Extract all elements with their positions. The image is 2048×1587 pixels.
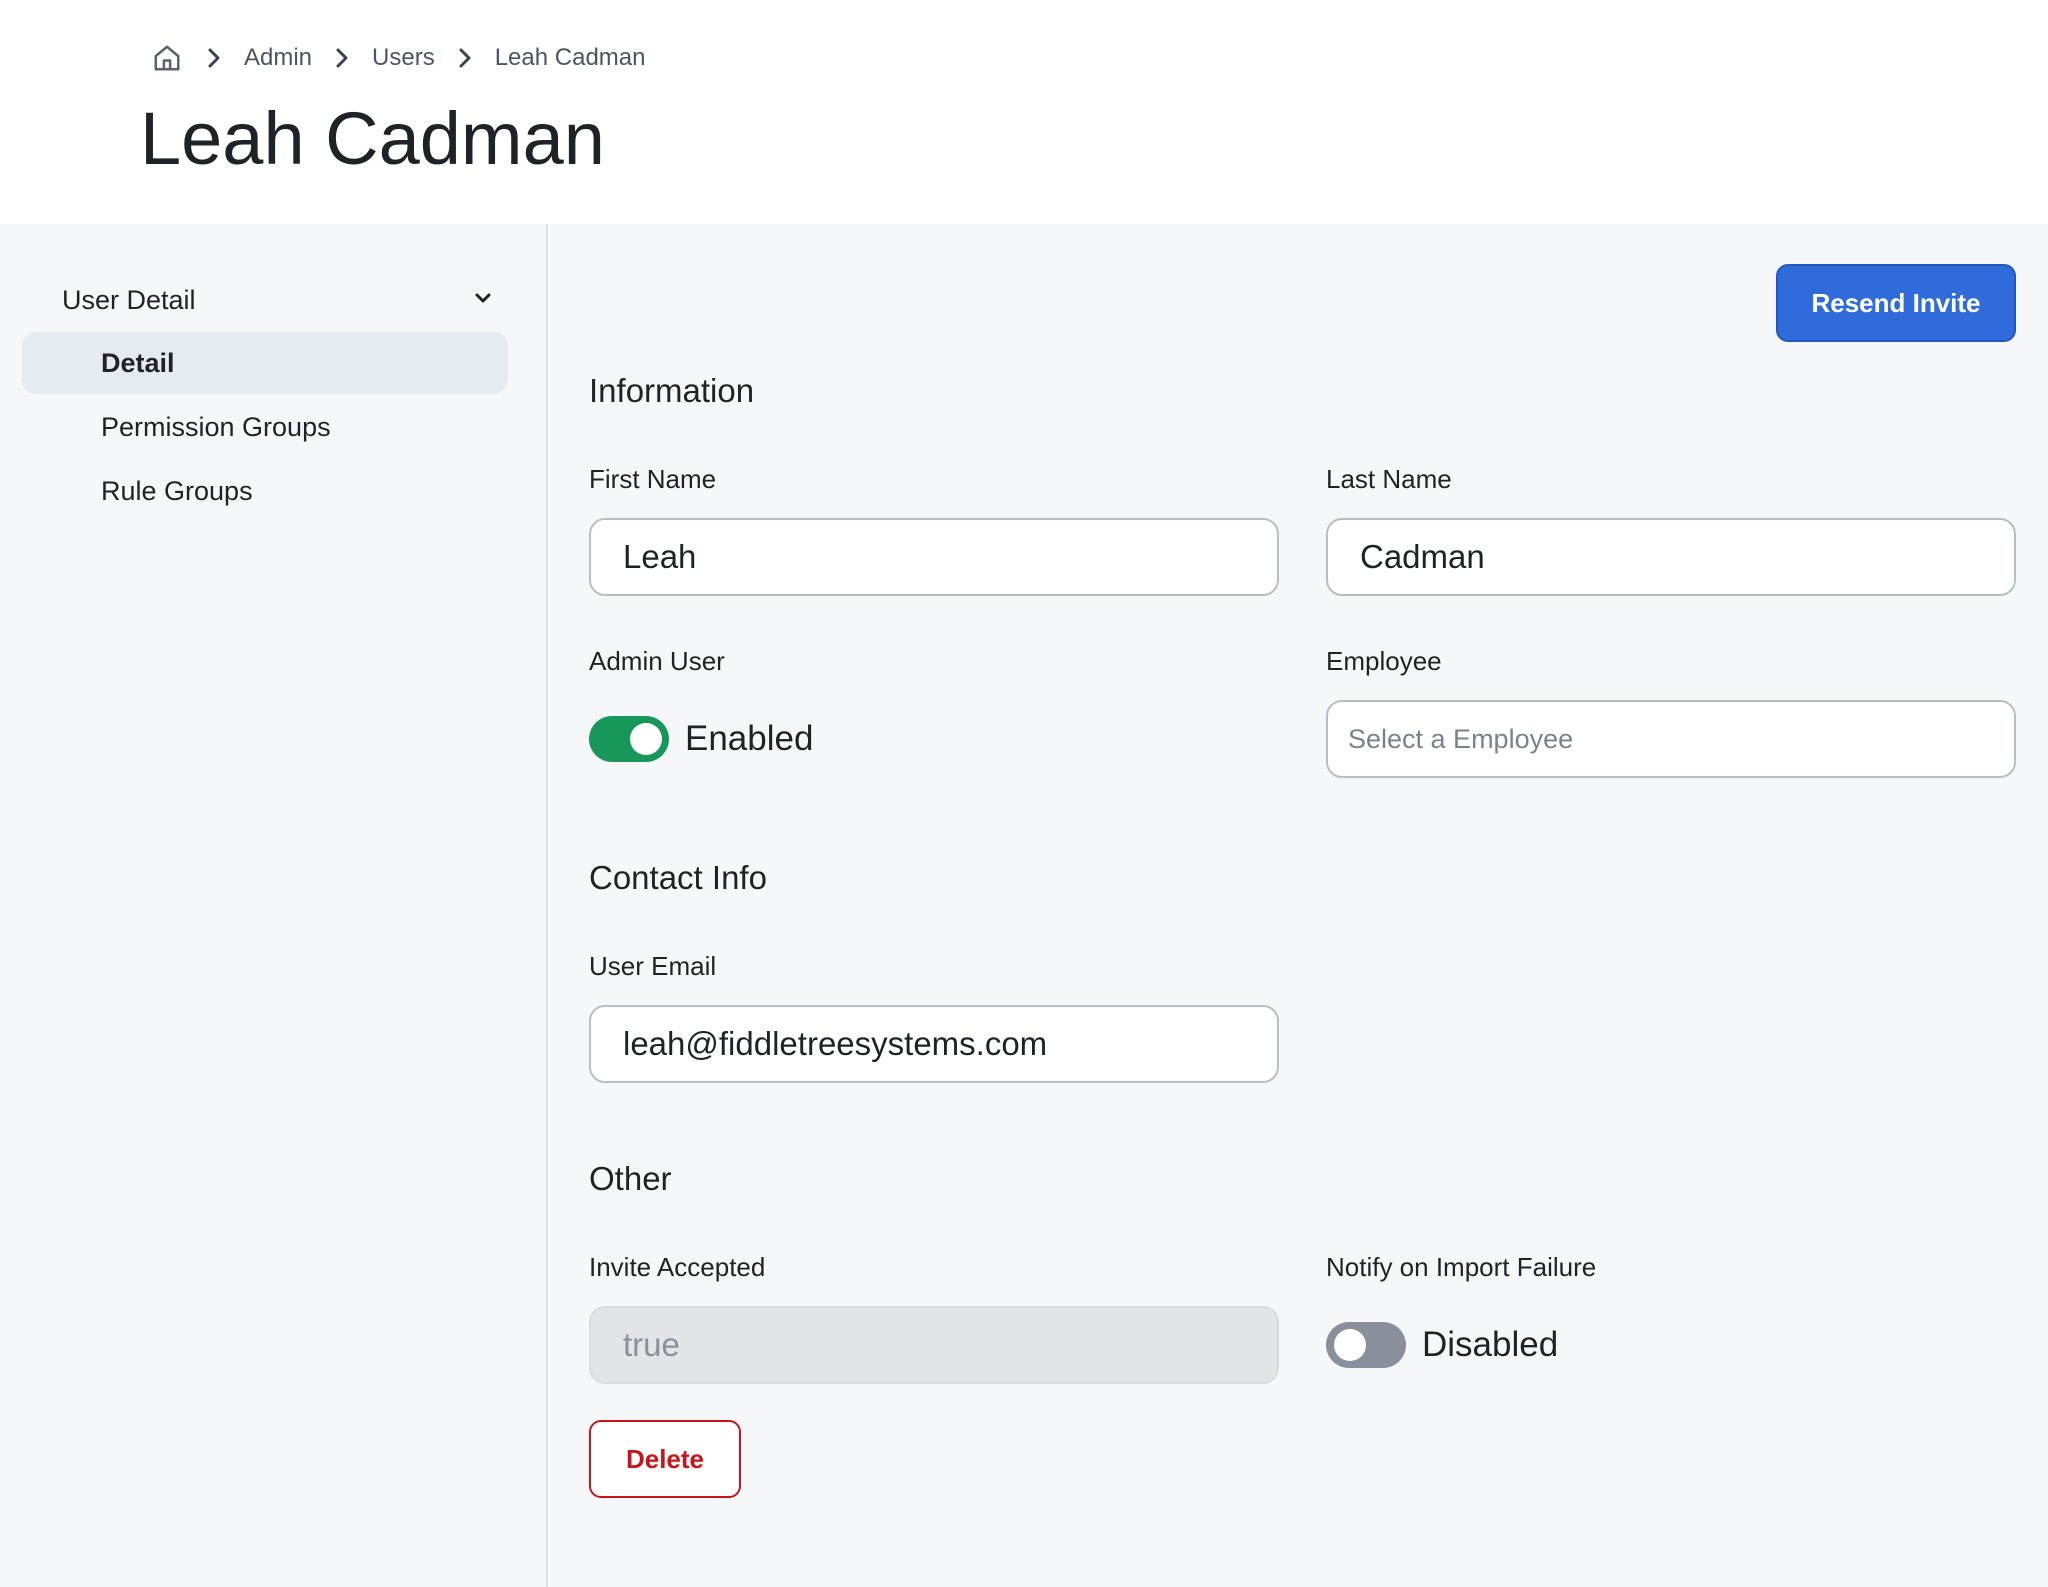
admin-user-toggle-group: Enabled [589,715,813,763]
breadcrumb-current: Leah Cadman [494,44,646,71]
sidebar: User Detail Detail Permission Groups Rul… [0,224,548,1587]
main-content: Resend Invite Information First Name Las… [550,224,2048,1587]
toggle-knob [630,723,662,755]
section-title-contact-info: Contact Info [589,859,767,896]
notify-import-failure-toggle[interactable] [1326,1322,1406,1368]
sidebar-item-permission-groups[interactable]: Permission Groups [22,396,508,458]
notify-import-failure-state: Disabled [1422,1325,1559,1364]
user-email-input[interactable] [589,1005,1279,1083]
page-header: Admin Users Leah Cadman Leah Cadman [0,0,2048,224]
invite-accepted-label: Invite Accepted [589,1252,766,1282]
employee-label: Employee [1326,646,1442,676]
section-title-information: Information [589,372,755,409]
sidebar-item-label: Rule Groups [101,475,253,506]
admin-user-toggle[interactable] [589,716,669,762]
invite-accepted-input [589,1306,1279,1384]
resend-invite-button[interactable]: Resend Invite [1776,264,2016,342]
chevron-right-icon [324,41,360,75]
sidebar-group-label: User Detail [62,284,196,315]
toggle-knob [1334,1329,1366,1361]
home-icon[interactable] [150,41,184,75]
chevron-right-icon [447,41,483,75]
last-name-input[interactable] [1326,518,2016,596]
employee-select-placeholder: Select a Employee [1348,723,1574,754]
first-name-label: First Name [589,464,717,494]
sidebar-item-detail[interactable]: Detail [22,332,508,394]
section-title-other: Other [589,1160,672,1197]
user-email-label: User Email [589,951,717,981]
breadcrumb: Admin Users Leah Cadman [150,38,645,78]
notify-import-failure-label: Notify on Import Failure [1326,1252,1597,1282]
notify-import-failure-toggle-group: Disabled [1326,1321,1558,1369]
sidebar-item-label: Detail [101,347,175,378]
breadcrumb-admin[interactable]: Admin [244,44,312,72]
delete-button[interactable]: Delete [589,1420,741,1498]
breadcrumb-users[interactable]: Users [372,44,435,72]
sidebar-item-rule-groups[interactable]: Rule Groups [22,460,508,522]
employee-select[interactable]: Select a Employee [1326,700,2016,778]
sidebar-item-label: Permission Groups [101,411,331,442]
first-name-input[interactable] [589,518,1279,596]
chevron-right-icon [196,41,232,75]
last-name-label: Last Name [1326,464,1452,494]
chevron-down-icon [474,291,492,309]
admin-user-state: Enabled [685,719,814,758]
page-title: Leah Cadman [140,97,605,180]
admin-user-label: Admin User [589,646,725,676]
sidebar-group-user-detail[interactable]: User Detail [22,272,508,328]
